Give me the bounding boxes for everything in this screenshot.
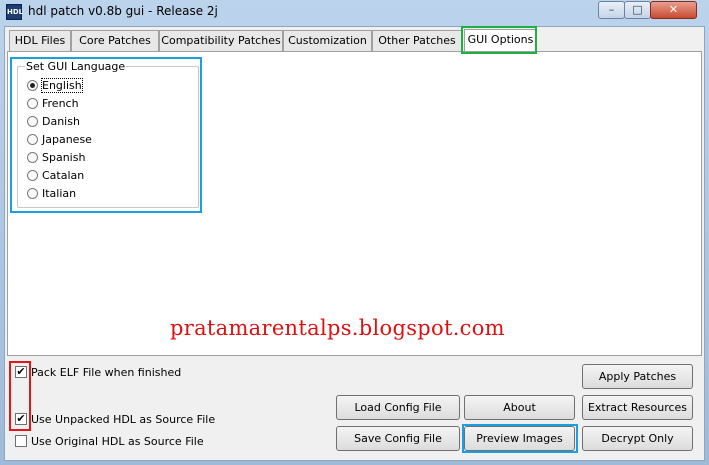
radio-label: English [41, 78, 83, 93]
tab-customization[interactable]: Customization [283, 30, 372, 52]
tab-other-patches[interactable]: Other Patches [372, 30, 462, 52]
extract-resources-button[interactable]: Extract Resources [582, 395, 693, 420]
watermark-text: pratamarentalps.blogspot.com [170, 316, 505, 340]
load-config-button[interactable]: Load Config File [336, 395, 460, 420]
checkbox-label: Use Unpacked HDL as Source File [31, 413, 216, 426]
tab-hdl-files[interactable]: HDL Files [9, 30, 71, 52]
radio-italian[interactable]: Italian [27, 187, 76, 203]
radio-button[interactable] [27, 97, 38, 109]
window-title: hdl patch v0.8b gui - Release 2j [28, 4, 218, 18]
language-groupbox: Set GUI Language English French Danish J… [17, 60, 199, 208]
radio-label: Spanish [42, 151, 86, 164]
close-button[interactable]: ✕ [650, 1, 697, 19]
radio-label: French [42, 97, 79, 110]
decrypt-only-button[interactable]: Decrypt Only [582, 426, 693, 451]
radio-label: Japanese [42, 133, 92, 146]
language-group-label: Set GUI Language [25, 60, 127, 73]
app-window: HDL hdl patch v0.8b gui - Release 2j – □… [0, 0, 709, 465]
radio-label: Danish [42, 115, 80, 128]
radio-button[interactable] [27, 115, 38, 127]
checkbox[interactable]: ✔ [15, 413, 27, 425]
radio-spanish[interactable]: Spanish [27, 151, 85, 167]
radio-catalan[interactable]: Catalan [27, 169, 84, 185]
use-unpacked-hdl-checkbox[interactable]: ✔ Use Unpacked HDL as Source File [15, 413, 215, 427]
radio-button[interactable] [27, 151, 38, 163]
checkbox[interactable]: ✔ [15, 366, 27, 378]
checkbox-label: Use Original HDL as Source File [31, 435, 204, 448]
maximize-button[interactable]: □ [624, 1, 651, 19]
tab-compatibility-patches[interactable]: Compatibility Patches [159, 30, 283, 52]
use-original-hdl-checkbox[interactable]: Use Original HDL as Source File [15, 435, 204, 449]
checkbox-label: Pack ELF File when finished [31, 366, 182, 379]
radio-button[interactable] [27, 187, 38, 199]
minimize-button[interactable]: – [598, 1, 625, 19]
tab-gui-options[interactable]: GUI Options [464, 29, 537, 53]
radio-danish[interactable]: Danish [27, 115, 80, 131]
radio-label: Italian [42, 187, 77, 200]
gui-options-panel: Set GUI Language English French Danish J… [7, 51, 702, 356]
preview-images-button[interactable]: Preview Images [464, 426, 575, 451]
radio-japanese[interactable]: Japanese [27, 133, 92, 149]
checkbox[interactable] [15, 435, 27, 447]
radio-label: Catalan [42, 169, 85, 182]
radio-button[interactable] [27, 79, 38, 91]
app-icon[interactable]: HDL [6, 4, 23, 20]
client-area: HDL Files Core Patches Compatibility Pat… [4, 26, 705, 461]
radio-button[interactable] [27, 169, 38, 181]
radio-button[interactable] [27, 133, 38, 145]
radio-english[interactable]: English [27, 78, 83, 95]
apply-patches-button[interactable]: Apply Patches [582, 364, 693, 389]
pack-elf-checkbox[interactable]: ✔ Pack ELF File when finished [15, 366, 181, 380]
save-config-button[interactable]: Save Config File [336, 426, 460, 451]
radio-french[interactable]: French [27, 97, 79, 113]
tab-core-patches[interactable]: Core Patches [71, 30, 159, 52]
title-bar[interactable]: HDL hdl patch v0.8b gui - Release 2j – □… [0, 0, 709, 24]
about-button[interactable]: About [464, 395, 575, 420]
